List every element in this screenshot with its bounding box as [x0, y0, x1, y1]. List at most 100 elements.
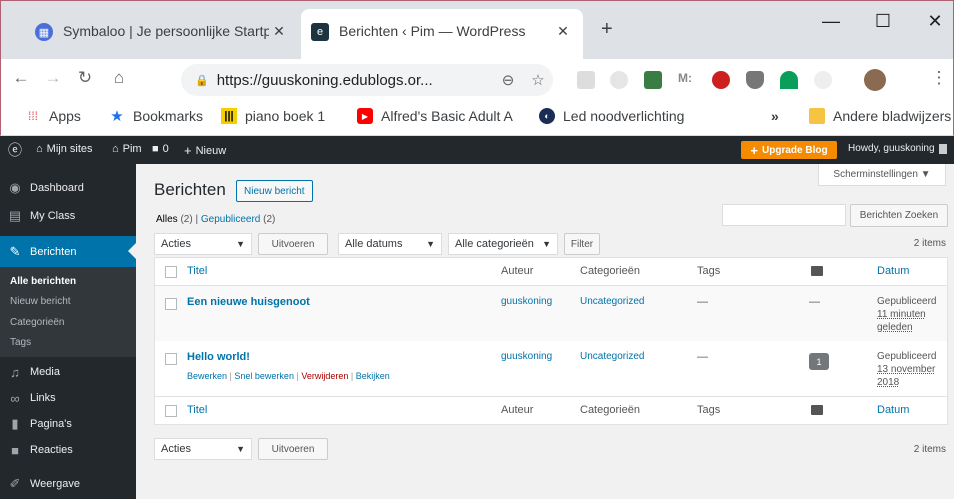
sidebar-item-links[interactable]: ∞ Links — [0, 384, 136, 412]
upgrade-blog-button[interactable]: + Upgrade Blog — [741, 141, 837, 159]
tab-symbaloo[interactable]: ▦ Symbaloo | Je persoonlijke Startp ✕ — [25, 9, 299, 61]
shield-extension-icon[interactable] — [746, 71, 764, 89]
new-content-menu[interactable]: + Nieuw — [184, 143, 226, 158]
search-input[interactable] — [722, 204, 846, 226]
row-checkbox[interactable] — [165, 353, 177, 365]
folder-icon — [809, 108, 825, 124]
bookmark-alfred[interactable]: ▶ Alfred's Basic Adult A — [357, 108, 517, 124]
menu-dots-icon[interactable]: ⋮ — [927, 68, 951, 88]
arc-extension-icon[interactable] — [780, 71, 798, 89]
row-checkbox[interactable] — [165, 298, 177, 310]
sidebar-item-appearance[interactable]: ✐ Weergave — [0, 470, 136, 498]
chevron-down-icon: ▼ — [236, 239, 245, 249]
date-filter-select[interactable]: Alle datums ▼ — [338, 233, 442, 255]
post-date-line: 11 minuten — [877, 309, 926, 320]
sidebar-item-comments[interactable]: ■ Reacties — [0, 436, 136, 464]
extension-icon[interactable] — [610, 71, 628, 89]
globe-icon: ◐ — [539, 108, 555, 124]
view-published[interactable]: Gepubliceerd — [201, 214, 260, 225]
submenu-all-posts[interactable]: Alle berichten — [10, 276, 76, 287]
minimize-button[interactable]: — — [811, 11, 851, 32]
profile-avatar[interactable] — [864, 69, 886, 91]
sidebar-item-media[interactable]: ♫ Media — [0, 358, 136, 386]
submenu-categories[interactable]: Categorieën — [10, 317, 64, 328]
post-date-line: 2018 — [877, 377, 900, 388]
select-all-checkbox[interactable] — [165, 405, 177, 417]
sidebar-item-pages[interactable]: ▮ Pagina's — [0, 410, 136, 438]
reload-icon[interactable]: ↻ — [73, 68, 97, 88]
column-title[interactable]: Titel — [187, 265, 207, 277]
back-icon[interactable]: ← — [9, 68, 33, 88]
bookmark-piano[interactable]: ||| piano boek 1 — [221, 108, 325, 124]
tab-title: Symbaloo | Je persoonlijke Startp — [63, 23, 269, 39]
address-bar[interactable]: 🔒 https://guuskoning.edublogs.or... ⊖ ☆ — [181, 64, 553, 96]
new-tab-button[interactable]: + — [601, 18, 613, 41]
bookmark-other[interactable]: Andere bladwijzers — [809, 108, 951, 124]
forward-icon[interactable]: → — [41, 68, 65, 88]
sidebar-item-my-class[interactable]: ▤ My Class — [0, 202, 136, 230]
trash-link[interactable]: Verwijderen — [301, 371, 348, 381]
post-author-link[interactable]: guuskoning — [501, 351, 552, 362]
class-icon: ▤ — [8, 208, 22, 223]
post-title-link[interactable]: Hello world! — [187, 351, 250, 363]
filter-button[interactable]: Filter — [564, 233, 600, 255]
bookmark-star-icon[interactable]: ☆ — [523, 71, 553, 89]
home-icon[interactable]: ⌂ — [107, 68, 131, 88]
post-author-link[interactable]: guuskoning — [501, 296, 552, 307]
bookmark-label: Bookmarks — [133, 108, 204, 124]
pdf-extension-icon[interactable] — [577, 71, 595, 89]
submenu-tags[interactable]: Tags — [10, 337, 31, 348]
edit-link[interactable]: Bewerken — [187, 371, 227, 381]
separator: | — [350, 371, 354, 381]
post-title-link[interactable]: Een nieuwe huisgenoot — [187, 296, 310, 308]
comments-icon: ■ — [11, 442, 19, 458]
my-sites-menu[interactable]: ⌂ Mijn sites — [36, 143, 93, 155]
select-all-checkbox[interactable] — [165, 266, 177, 278]
bookmark-apps[interactable]: ⁞⁞⁞ Apps — [25, 108, 81, 124]
account-menu[interactable]: Howdy, guuskoning — [848, 143, 947, 154]
table-header: Titel Auteur Categorieën Tags Datum — [155, 258, 947, 286]
column-title[interactable]: Titel — [187, 404, 207, 416]
comments-menu[interactable]: ■ 0 — [152, 143, 169, 155]
bookmark-led[interactable]: ◐ Led noodverlichting — [539, 108, 709, 124]
site-menu[interactable]: ⌂ Pim — [112, 143, 142, 155]
apply-button[interactable]: Uitvoeren — [258, 233, 328, 255]
bulk-action-select-bottom[interactable]: Acties ▼ — [154, 438, 252, 460]
view-published-count: (2) — [263, 214, 276, 225]
sidebar-item-berichten[interactable]: ✎ Berichten — [0, 236, 136, 267]
apply-button-bottom[interactable]: Uitvoeren — [258, 438, 328, 460]
column-date[interactable]: Datum — [877, 404, 909, 416]
maximize-button[interactable]: ☐ — [863, 11, 903, 32]
m-extension-icon[interactable]: M: — [678, 71, 696, 89]
bookmarks-overflow-button[interactable]: » — [771, 108, 779, 124]
close-tab-icon[interactable]: ✕ — [553, 23, 573, 40]
edublogs-icon: e — [311, 23, 329, 41]
quick-edit-link[interactable]: Snel bewerken — [234, 371, 294, 381]
tab-berichten[interactable]: e Berichten ‹ Pim — WordPress ✕ — [301, 9, 583, 61]
screen-extension-icon[interactable] — [644, 71, 662, 89]
post-category-link[interactable]: Uncategorized — [580, 296, 644, 307]
search-posts-button[interactable]: Berichten Zoeken — [850, 204, 948, 227]
view-link[interactable]: Bekijken — [356, 371, 390, 381]
edublogs-logo-icon[interactable]: ⓔ — [8, 140, 22, 160]
view-all[interactable]: Alles — [156, 214, 178, 225]
lock-icon: 🔒 — [195, 74, 209, 87]
post-category-link[interactable]: Uncategorized — [580, 351, 644, 362]
new-post-button[interactable]: Nieuw bericht — [236, 180, 313, 202]
column-date[interactable]: Datum — [877, 265, 909, 277]
column-author: Auteur — [501, 265, 534, 277]
close-window-button[interactable]: ✕ — [915, 11, 954, 32]
youtube-icon: ▶ — [357, 108, 373, 124]
bookmark-bookmarks[interactable]: ★ Bookmarks — [109, 108, 203, 124]
chevron-down-icon: ▼ — [542, 239, 551, 249]
sidebar-item-dashboard[interactable]: ◉ Dashboard — [0, 174, 136, 202]
zoom-icon[interactable]: ⊖ — [493, 71, 523, 89]
bulk-action-select[interactable]: Acties ▼ — [154, 233, 252, 255]
submenu-new-post[interactable]: Nieuw bericht — [10, 296, 71, 307]
screen-options-button[interactable]: Scherminstellingen ▼ — [818, 164, 946, 186]
category-filter-select[interactable]: Alle categorieën ▼ — [448, 233, 558, 255]
opera-extension-icon[interactable] — [712, 71, 730, 89]
close-tab-icon[interactable]: ✕ — [269, 23, 289, 40]
share-extension-icon[interactable] — [814, 71, 832, 89]
comment-count-bubble[interactable]: 1 — [809, 353, 829, 370]
